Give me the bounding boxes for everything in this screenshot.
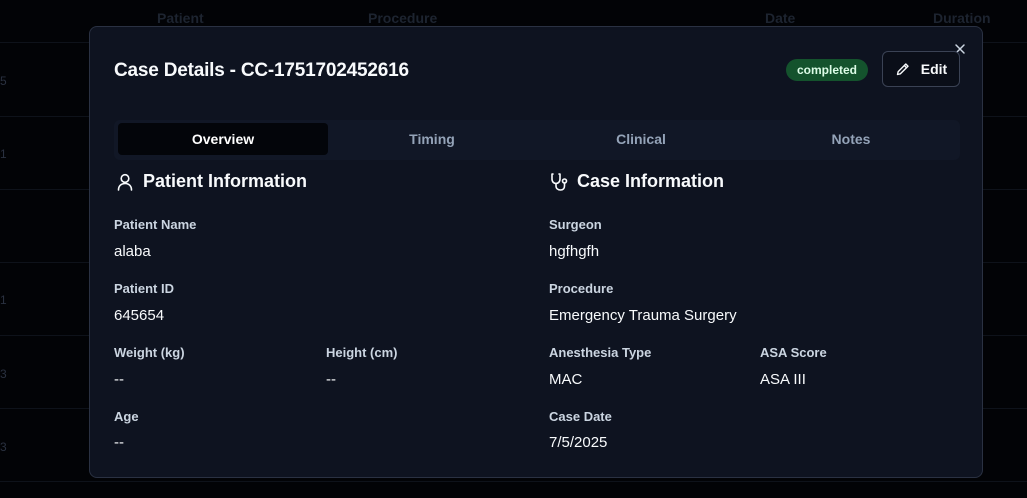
procedure-label: Procedure	[549, 281, 614, 296]
case-information-heading: Case Information	[549, 171, 724, 192]
patient-name-label: Patient Name	[114, 217, 197, 232]
surgeon-value: hgfhgfh	[549, 243, 600, 260]
pencil-icon	[896, 63, 909, 76]
case-details-dialog: Case Details - CC-1751702452616 complete…	[89, 26, 983, 478]
asa-score-label: ASA Score	[760, 345, 827, 360]
height-label: Height (cm)	[326, 345, 398, 360]
weight-label: Weight (kg)	[114, 345, 185, 360]
dialog-title: Case Details - CC-1751702452616	[114, 60, 409, 81]
column-header-duration: Duration	[933, 10, 991, 26]
surgeon-label: Surgeon	[549, 217, 602, 232]
column-header-date: Date	[765, 10, 796, 26]
tab-overview[interactable]: Overview	[118, 123, 328, 155]
patient-id-label: Patient ID	[114, 281, 174, 296]
section-title: Patient Information	[143, 171, 308, 191]
height-value: --	[326, 371, 336, 388]
patient-name-value: alaba	[114, 243, 151, 260]
table-cell-fragment: 3	[0, 440, 7, 454]
tab-timing[interactable]: Timing	[327, 123, 537, 155]
column-header-procedure: Procedure	[368, 10, 438, 26]
column-header-patient: Patient	[157, 10, 204, 26]
table-cell-fragment: 1	[0, 147, 7, 161]
anesthesia-type-value: MAC	[549, 371, 583, 388]
tab-notes[interactable]: Notes	[746, 123, 956, 155]
status-badge: completed	[786, 59, 869, 81]
table-cell-fragment: 5	[0, 74, 7, 88]
table-row-divider	[0, 481, 1027, 482]
age-value: --	[114, 434, 124, 451]
weight-value: --	[114, 371, 124, 388]
case-date-label: Case Date	[549, 409, 612, 424]
edit-button-label: Edit	[920, 61, 948, 77]
table-cell-fragment: 3	[0, 367, 7, 381]
patient-information-heading: Patient Information	[115, 171, 307, 192]
asa-score-value: ASA III	[760, 371, 806, 388]
patient-id-value: 645654	[114, 307, 165, 324]
stethoscope-icon	[551, 172, 568, 191]
tab-list: Overview Timing Clinical Notes	[114, 120, 960, 160]
age-label: Age	[114, 409, 139, 424]
edit-button[interactable]: Edit	[882, 51, 960, 87]
tab-clinical[interactable]: Clinical	[536, 123, 746, 155]
table-cell-fragment: 1	[0, 293, 7, 307]
user-icon	[117, 173, 133, 191]
section-title: Case Information	[577, 171, 725, 191]
anesthesia-type-label: Anesthesia Type	[549, 345, 652, 360]
case-date-value: 7/5/2025	[549, 434, 608, 451]
procedure-value: Emergency Trauma Surgery	[549, 307, 737, 324]
